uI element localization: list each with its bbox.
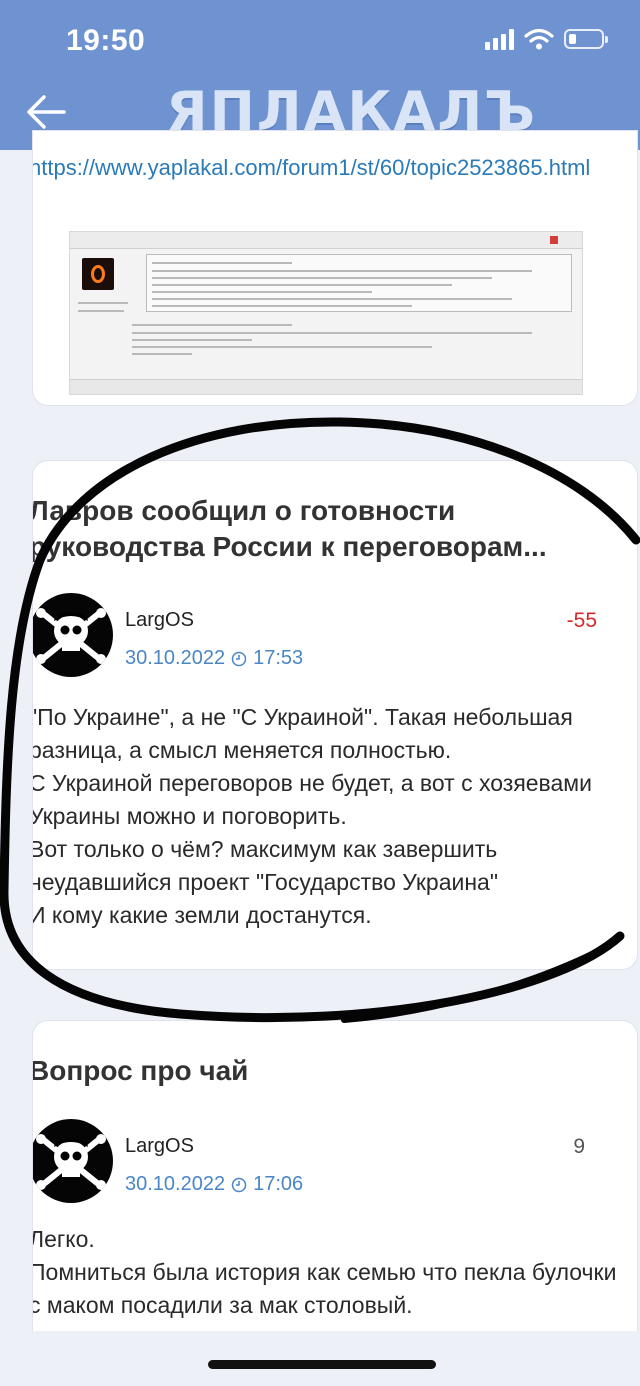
back-arrow-icon[interactable] [24,92,68,132]
post-card-lavrov: Лавров сообщил о готовности руководства … [32,460,638,970]
signal-icon [485,28,514,50]
battery-icon [564,29,608,49]
clock-icon [231,651,247,666]
app-header: 19:50 ЯПЛАКАЛЪ [0,0,640,150]
post-date-value: 30.10.2022 [125,647,226,669]
post-time-value: 17:06 [253,1173,304,1195]
post-author[interactable]: LargOS [125,1135,194,1158]
wifi-icon [524,28,554,50]
post-time-value: 17:53 [253,647,304,669]
post-title[interactable]: Вопрос про чай [33,1053,629,1089]
post-card-link: https://www.yaplakal.com/forum1/st/60/to… [32,130,638,406]
skull-crossbones-icon [36,608,106,664]
clock-icon [231,1177,247,1192]
embedded-screenshot[interactable] [69,231,583,395]
avatar[interactable] [33,1119,113,1203]
avatar[interactable] [33,593,113,677]
topic-link[interactable]: https://www.yaplakal.com/forum1/st/60/to… [33,151,590,184]
post-date: 30.10.2022 17:06 [125,1173,303,1196]
post-rating[interactable]: 9 [573,1135,585,1159]
post-rating[interactable]: -55 [567,609,597,633]
post-title[interactable]: Лавров сообщил о готовности руководства … [33,493,629,565]
status-time: 19:50 [66,24,146,57]
post-date: 30.10.2022 17:53 [125,647,303,670]
post-author[interactable]: LargOS [125,609,194,632]
skull-crossbones-icon [36,1134,106,1190]
post-card-tea: Вопрос про чай LargOS 30.10.2022 17:06 9… [32,1020,638,1331]
post-date-value: 30.10.2022 [125,1173,226,1195]
post-body: Легко. Помниться была история как семью … [32,1226,617,1318]
status-icons [485,28,608,50]
post-body: "По Украине", а не "С Украиной". Такая н… [32,704,592,928]
home-indicator[interactable] [208,1360,436,1369]
